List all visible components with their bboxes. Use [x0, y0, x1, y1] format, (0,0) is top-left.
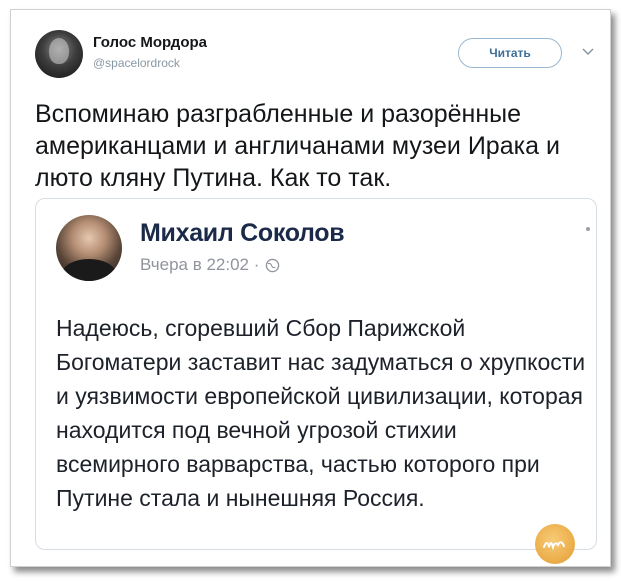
quoted-post-text: Надеюсь, сгоревший Сбор Парижской Богома…: [56, 315, 586, 511]
globe-icon: [266, 258, 280, 272]
watermark-script-icon: [543, 541, 565, 551]
tweet-text: Вспоминаю разграбленные и разорённые аме…: [35, 100, 560, 192]
avatar-shirt: [62, 259, 116, 281]
quoted-author-avatar[interactable]: [56, 215, 122, 281]
follow-button[interactable]: Читать: [458, 38, 562, 68]
quoted-author-name[interactable]: Михаил Соколов: [140, 219, 345, 248]
chevron-down-icon[interactable]: [581, 45, 595, 59]
more-options-icon[interactable]: [586, 227, 590, 231]
watermark-logo: [535, 524, 575, 564]
avatar-face: [49, 38, 69, 64]
quoted-post-card[interactable]: Михаил Соколов Вчера в 22:02 · Надеюсь, …: [35, 198, 597, 550]
quoted-post-time[interactable]: Вчера в 22:02 ·: [140, 255, 259, 275]
author-handle[interactable]: @spacelordrock: [93, 56, 180, 70]
author-name[interactable]: Голос Мордора: [93, 34, 207, 51]
quoted-post-meta: Вчера в 22:02 ·: [140, 255, 280, 275]
screenshot-frame: Голос Мордора @spacelordrock Читать Вспо…: [10, 9, 611, 567]
author-avatar[interactable]: [35, 30, 83, 78]
